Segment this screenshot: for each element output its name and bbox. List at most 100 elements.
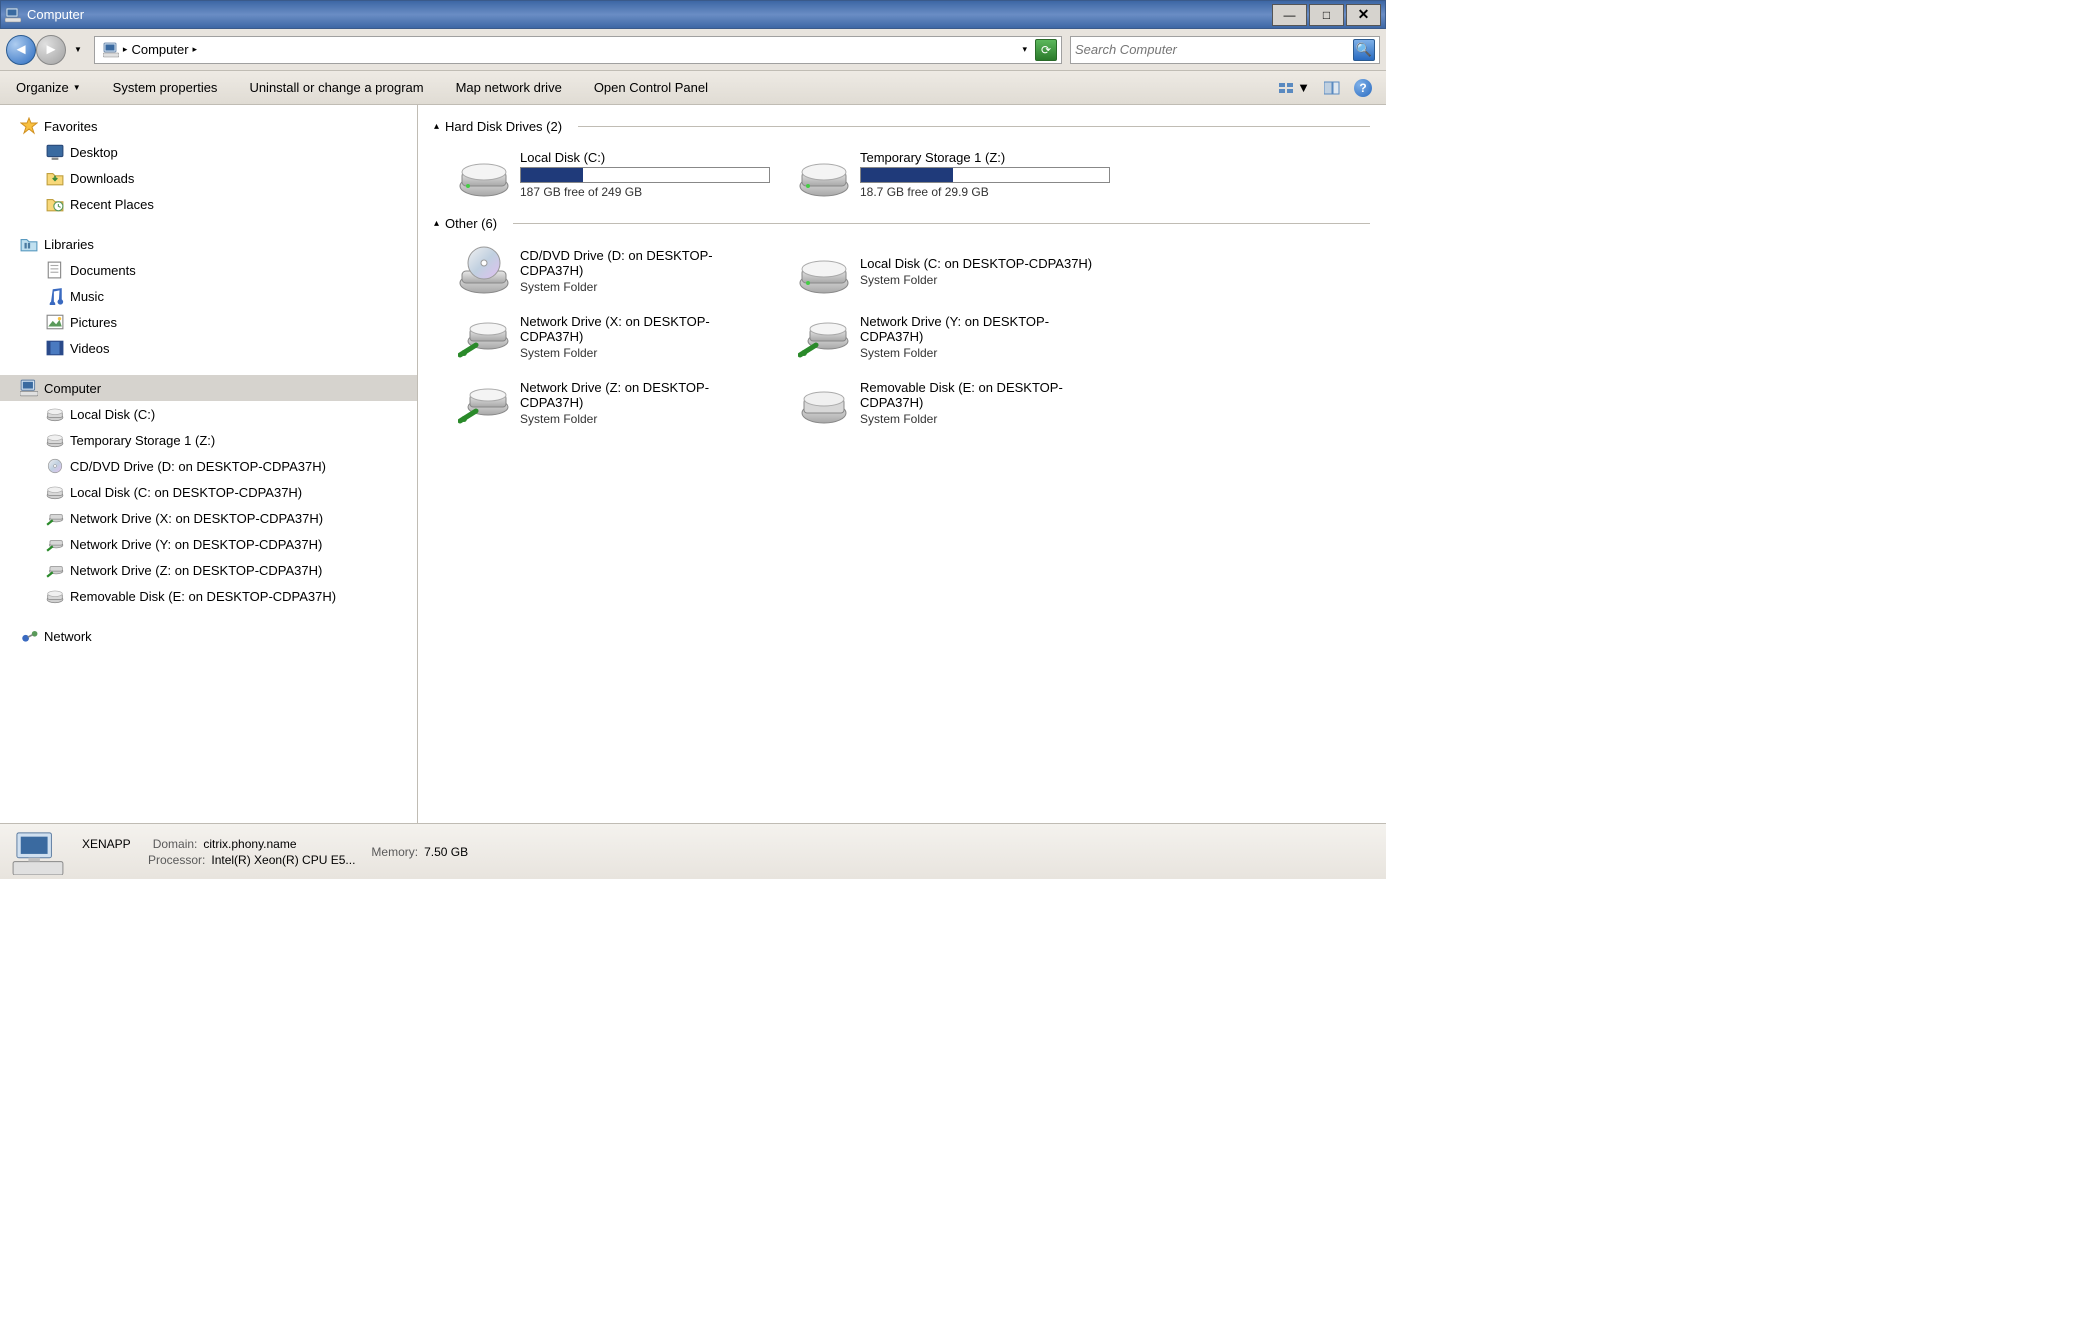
sidebar-item-drive[interactable]: Network Drive (Y: on DESKTOP-CDPA37H)	[26, 531, 417, 557]
details-pane: XENAPP Domain: citrix.phony.name Process…	[0, 823, 1386, 879]
drive-name: Network Drive (Z: on DESKTOP-CDPA37H)	[520, 380, 770, 410]
help-icon: ?	[1354, 79, 1372, 97]
details-domain-label: Domain:	[153, 837, 198, 851]
sidebar-item-drive[interactable]: Network Drive (Z: on DESKTOP-CDPA37H)	[26, 557, 417, 583]
preview-pane-button[interactable]	[1320, 79, 1344, 97]
search-button[interactable]: 🔍	[1353, 39, 1375, 61]
details-processor: Intel(R) Xeon(R) CPU E5...	[211, 853, 355, 867]
drive-icon	[46, 509, 64, 527]
sidebar-item-downloads[interactable]: Downloads	[26, 165, 417, 191]
net-drive-icon	[798, 311, 850, 363]
drive-tile[interactable]: Local Disk (C: on DESKTOP-CDPA37H) System…	[794, 241, 1114, 301]
removable-drive-icon	[798, 377, 850, 429]
drive-type: System Folder	[860, 412, 1110, 426]
close-button[interactable]: ✕	[1346, 4, 1381, 26]
preview-pane-icon	[1324, 81, 1340, 95]
search-input[interactable]	[1075, 42, 1353, 57]
toolbar-uninstall[interactable]: Uninstall or change a program	[243, 76, 429, 99]
drive-icon	[46, 587, 64, 605]
drive-name: Removable Disk (E: on DESKTOP-CDPA37H)	[860, 380, 1110, 410]
group-header-hdd[interactable]: ▴ Hard Disk Drives (2)	[434, 119, 1370, 134]
minimize-button[interactable]: —	[1272, 4, 1307, 26]
search-box[interactable]: 🔍	[1070, 36, 1380, 64]
details-memory-label: Memory:	[371, 845, 418, 859]
content-pane: ▴ Hard Disk Drives (2) Local Disk (C:)18…	[418, 105, 1386, 823]
sidebar-item-drive[interactable]: Local Disk (C: on DESKTOP-CDPA37H)	[26, 479, 417, 505]
sidebar-item-recent[interactable]: Recent Places	[26, 191, 417, 217]
cd-drive-icon	[458, 245, 510, 297]
toolbar-system-properties[interactable]: System properties	[107, 76, 224, 99]
sidebar-item-desktop[interactable]: Desktop	[26, 139, 417, 165]
computer-icon	[10, 829, 66, 875]
details-memory: 7.50 GB	[424, 845, 468, 859]
computer-icon	[5, 7, 21, 23]
recent-icon	[46, 195, 64, 213]
navigation-pane: Favorites Desktop Downloads Recent Place…	[0, 105, 418, 823]
sidebar-favorites-header[interactable]: Favorites	[0, 113, 417, 139]
hdd-drive-icon	[798, 245, 850, 297]
chevron-right-icon: ▸	[193, 44, 198, 55]
titlebar: Computer — □ ✕	[0, 0, 1386, 29]
group-header-other[interactable]: ▴ Other (6)	[434, 216, 1370, 231]
sidebar-item-network[interactable]: Network	[0, 623, 417, 649]
view-options-button[interactable]: ▼	[1275, 78, 1314, 97]
computer-icon	[103, 42, 119, 58]
sidebar-item-drive[interactable]: Local Disk (C:)	[26, 401, 417, 427]
drive-type: System Folder	[860, 273, 1110, 287]
back-button[interactable]: ◄	[6, 35, 36, 65]
computer-icon	[20, 379, 38, 397]
toolbar-control-panel[interactable]: Open Control Panel	[588, 76, 714, 99]
toolbar-map-network[interactable]: Map network drive	[450, 76, 568, 99]
desktop-icon	[46, 143, 64, 161]
drive-tile[interactable]: Network Drive (Y: on DESKTOP-CDPA37H)Sys…	[794, 307, 1114, 367]
sidebar-item-drive[interactable]: Removable Disk (E: on DESKTOP-CDPA37H)	[26, 583, 417, 609]
forward-button[interactable]: ►	[36, 35, 66, 65]
address-segment-computer[interactable]: ▸ Computer ▸	[99, 42, 201, 58]
sidebar-item-pictures[interactable]: Pictures	[26, 309, 417, 335]
drive-name: CD/DVD Drive (D: on DESKTOP-CDPA37H)	[520, 248, 770, 278]
hdd-icon	[458, 148, 510, 200]
document-icon	[46, 261, 64, 279]
chevron-down-icon: ▼	[1297, 80, 1310, 95]
address-bar[interactable]: ▸ Computer ▸ ▾ ⟳	[94, 36, 1062, 64]
sidebar-libraries-header[interactable]: Libraries	[0, 231, 417, 257]
organize-menu[interactable]: Organize▼	[10, 76, 87, 99]
window-title: Computer	[27, 7, 1272, 22]
drive-name: Network Drive (X: on DESKTOP-CDPA37H)	[520, 314, 770, 344]
toolbar: Organize▼ System properties Uninstall or…	[0, 71, 1386, 105]
drive-tile[interactable]: CD/DVD Drive (D: on DESKTOP-CDPA37H) Syst…	[454, 241, 774, 301]
drive-tile[interactable]: Removable Disk (E: on DESKTOP-CDPA37H) Sy…	[794, 373, 1114, 433]
video-icon	[46, 339, 64, 357]
drive-icon	[46, 405, 64, 423]
details-processor-label: Processor:	[148, 853, 205, 867]
sidebar-item-drive[interactable]: Network Drive (X: on DESKTOP-CDPA37H)	[26, 505, 417, 531]
collapse-icon: ▴	[434, 121, 439, 132]
drive-tile[interactable]: Local Disk (C:)187 GB free of 249 GB	[454, 144, 774, 204]
sidebar-item-music[interactable]: Music	[26, 283, 417, 309]
sidebar-item-documents[interactable]: Documents	[26, 257, 417, 283]
sidebar-item-drive[interactable]: Temporary Storage 1 (Z:)	[26, 427, 417, 453]
details-domain: citrix.phony.name	[203, 837, 296, 851]
sidebar-item-computer[interactable]: Computer	[0, 375, 417, 401]
net-drive-icon	[458, 311, 510, 363]
drive-icon	[46, 483, 64, 501]
libraries-icon	[20, 235, 38, 253]
drive-tile[interactable]: Temporary Storage 1 (Z:)18.7 GB free of …	[794, 144, 1114, 204]
drive-icon	[46, 535, 64, 553]
drive-tile[interactable]: Network Drive (Z: on DESKTOP-CDPA37H)Sys…	[454, 373, 774, 433]
drive-icon	[46, 431, 64, 449]
address-dropdown[interactable]: ▾	[1016, 44, 1033, 55]
sidebar-item-videos[interactable]: Videos	[26, 335, 417, 361]
drive-type: System Folder	[520, 280, 770, 294]
details-name: XENAPP	[82, 837, 131, 851]
maximize-button[interactable]: □	[1309, 4, 1344, 26]
drive-tile[interactable]: Network Drive (X: on DESKTOP-CDPA37H)Sys…	[454, 307, 774, 367]
history-dropdown[interactable]: ▼	[70, 45, 86, 54]
help-button[interactable]: ?	[1350, 77, 1376, 99]
network-icon	[20, 627, 38, 645]
drive-name: Local Disk (C: on DESKTOP-CDPA37H)	[860, 256, 1110, 271]
downloads-icon	[46, 169, 64, 187]
chevron-down-icon: ▼	[73, 83, 81, 92]
sidebar-item-drive[interactable]: CD/DVD Drive (D: on DESKTOP-CDPA37H)	[26, 453, 417, 479]
refresh-button[interactable]: ⟳	[1035, 39, 1057, 61]
